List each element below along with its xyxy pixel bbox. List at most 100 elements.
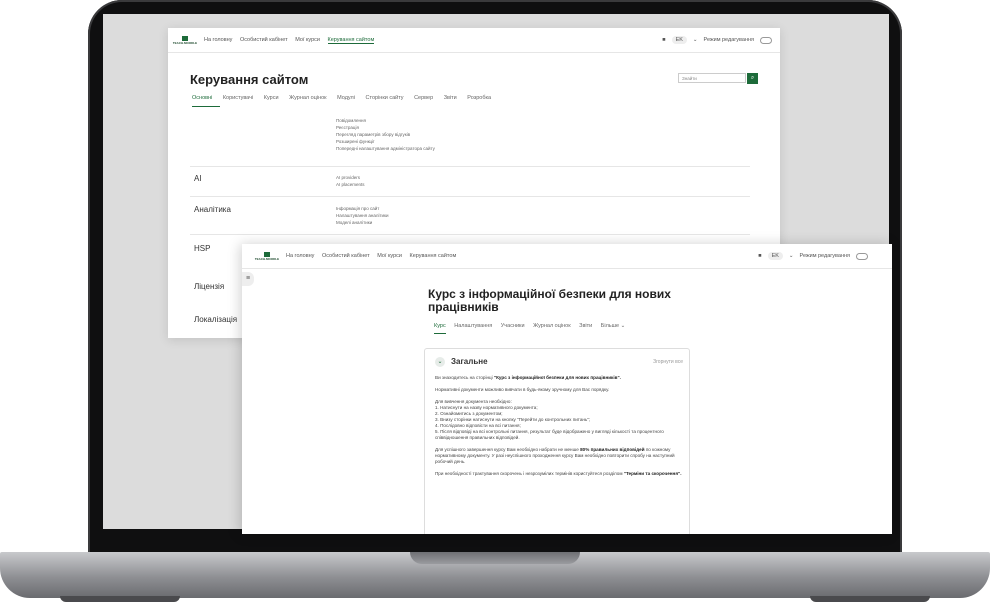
top-nav: TEACH.MOODLE На головну Особистий кабіне…: [242, 244, 892, 269]
user-menu[interactable]: EK: [767, 252, 783, 260]
tab-courses[interactable]: Курси: [264, 95, 279, 101]
tab-server[interactable]: Сервер: [414, 95, 433, 101]
nav-items: На головну Особистий кабінет Мої курси К…: [198, 37, 375, 44]
top-nav: TEACH.MOODLE На головну Особистий кабіне…: [168, 28, 780, 53]
logo-text: TEACH.MOODLE: [254, 256, 280, 261]
active-tab-indicator: [192, 106, 220, 107]
step: 1. Натиснути на назву нормативного докум…: [435, 405, 538, 410]
intro-bold: "Курс з інформаційної безпеки для нових …: [493, 375, 621, 380]
section-links-general: Повідомлення Реєстрація Перегляд парамет…: [336, 117, 435, 152]
link[interactable]: Перегляд параметрів збору відгуків: [336, 131, 435, 138]
intro-text: Ви знаходитесь на сторінці: [435, 375, 494, 380]
admin-tabs: Основні Користувачі Курси Журнал оцінок …: [192, 95, 500, 101]
chevron-down-icon[interactable]: ⌄: [435, 357, 445, 367]
tab-reports[interactable]: Звіти: [579, 323, 592, 329]
tab-general[interactable]: Основні: [192, 95, 212, 101]
tab-course[interactable]: Курс: [434, 323, 446, 329]
tab-participants[interactable]: Учасники: [501, 323, 525, 329]
collapse-all-link[interactable]: Згорнути все: [653, 359, 683, 365]
link[interactable]: Реєстрація: [336, 124, 435, 131]
section-label-license: Ліцензія: [194, 282, 225, 291]
nav-dashboard[interactable]: Особистий кабінет: [240, 37, 288, 43]
pass-paragraph: Для успішного завершення курсу Вам необх…: [435, 447, 683, 465]
laptop-notch: [410, 552, 580, 564]
link[interactable]: Повідомлення: [336, 117, 435, 124]
steps-block: Для вивчення документа необхідно: 1. Нат…: [435, 399, 683, 441]
section-links-analytics: Інформація про сайт Налаштування аналіти…: [336, 205, 389, 226]
section-title: Загальне: [451, 357, 488, 366]
logo-text: TEACH.MOODLE: [172, 40, 198, 45]
chevron-down-icon[interactable]: ⌄: [693, 37, 698, 43]
course-index-toggle[interactable]: ≡: [242, 272, 254, 286]
link[interactable]: Моделі аналітики: [336, 219, 389, 226]
list-icon: ≡: [245, 275, 251, 282]
user-menu[interactable]: EK: [671, 36, 687, 44]
section-label-localization: Локалізація: [194, 315, 238, 324]
divider: [190, 166, 750, 167]
terms-paragraph: При необхідності трактування скорочень і…: [435, 471, 683, 477]
link[interactable]: Розширені функції: [336, 138, 435, 145]
section-body: Ви знаходитесь на сторінці "Курс з інфор…: [435, 375, 683, 483]
tab-development[interactable]: Розробка: [467, 95, 491, 101]
section-label-ai: AI: [194, 174, 202, 183]
nav-my-courses[interactable]: Мої курси: [377, 253, 402, 259]
paragraph: Нормативні документи можливо вивчати в б…: [435, 387, 610, 392]
divider: [190, 234, 750, 235]
active-tab-indicator: [434, 333, 446, 334]
search-icon: ⌕: [750, 75, 755, 81]
search-button[interactable]: ⌕: [747, 73, 758, 84]
tab-appearance[interactable]: Сторінки сайту: [366, 95, 404, 101]
link[interactable]: AI providers: [336, 174, 365, 181]
notification-icon[interactable]: ■: [662, 37, 665, 43]
nav-site-admin[interactable]: Керування сайтом: [410, 253, 457, 259]
section-card-general: ⌄ Загальне Згорнути все Ви знаходитесь н…: [424, 348, 690, 534]
logo[interactable]: TEACH.MOODLE: [254, 250, 280, 262]
laptop-foot: [810, 596, 930, 602]
link[interactable]: Попередні налаштування адміністратора са…: [336, 145, 435, 152]
laptop-foot: [60, 596, 180, 602]
step: 2. Ознайомитись з документом;: [435, 411, 503, 416]
terms-link[interactable]: "Терміни та скорочення".: [624, 471, 682, 476]
edit-mode-toggle[interactable]: [856, 252, 868, 260]
logo[interactable]: TEACH.MOODLE: [172, 34, 198, 46]
steps-title: Для вивчення документа необхідно:: [435, 399, 512, 404]
step: 4. Послідовно відповісти на всі питання;: [435, 423, 521, 428]
section-links-ai: AI providers AI placements: [336, 174, 365, 188]
notification-icon[interactable]: ■: [758, 253, 761, 259]
nav-right: ■ EK ⌄ Режим редагування: [758, 252, 892, 260]
link[interactable]: Інформація про сайт: [336, 205, 389, 212]
edit-mode-label: Режим редагування: [799, 253, 850, 259]
link[interactable]: Налаштування аналітики: [336, 212, 389, 219]
terms-text: При необхідності трактування скорочень і…: [435, 471, 624, 476]
tab-settings[interactable]: Налаштування: [454, 323, 492, 329]
intro-paragraph: Ви знаходитесь на сторінці "Курс з інфор…: [435, 375, 683, 381]
step: 5. Після відповіді на всі контрольні пит…: [435, 429, 664, 440]
tab-reports[interactable]: Звіти: [444, 95, 457, 101]
tab-grades[interactable]: Журнал оцінок: [289, 95, 327, 101]
tab-more[interactable]: Більше ⌄: [601, 323, 626, 329]
section-label-analytics: Аналітика: [194, 205, 231, 214]
course-tabs: Курс Налаштування Учасники Журнал оцінок…: [434, 323, 632, 329]
section-label-hsp: HSP: [194, 244, 211, 253]
nav-site-admin[interactable]: Керування сайтом: [327, 37, 375, 44]
divider: [190, 196, 750, 197]
tab-users[interactable]: Користувачі: [223, 95, 253, 101]
edit-mode-toggle[interactable]: [760, 36, 772, 44]
page-title: Керування сайтом: [190, 72, 309, 87]
nav-items: На головну Особистий кабінет Мої курси К…: [280, 253, 456, 259]
link[interactable]: AI placements: [336, 181, 365, 188]
edit-mode-label: Режим редагування: [703, 37, 754, 43]
chevron-down-icon[interactable]: ⌄: [789, 253, 794, 259]
search-input[interactable]: Знайти: [678, 73, 746, 83]
course-title: Курс з інформаційної безпеки для нових п…: [428, 287, 671, 314]
step: 3. Внизу сторінки натиснути на кнопку "П…: [435, 417, 591, 422]
tab-plugins[interactable]: Модулі: [337, 95, 355, 101]
nav-my-courses[interactable]: Мої курси: [295, 37, 320, 43]
nav-home[interactable]: На головну: [286, 253, 314, 259]
pass-text: Для успішного завершення курсу Вам необх…: [435, 447, 581, 452]
nav-home[interactable]: На головну: [204, 37, 232, 43]
course-window: TEACH.MOODLE На головну Особистий кабіне…: [242, 244, 892, 534]
tab-grades[interactable]: Журнал оцінок: [533, 323, 571, 329]
nav-dashboard[interactable]: Особистий кабінет: [322, 253, 370, 259]
pass-bold: 80% правильних відповідей: [580, 447, 645, 452]
